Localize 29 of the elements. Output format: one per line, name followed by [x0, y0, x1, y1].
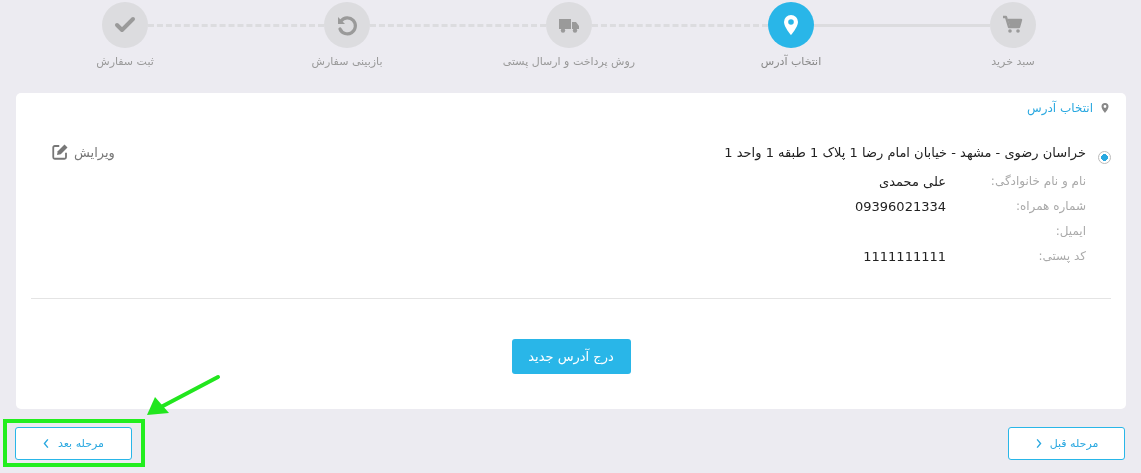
edit-icon	[51, 143, 69, 161]
add-address-button[interactable]: درج آدرس جدید	[511, 339, 631, 374]
step-circle[interactable]	[102, 2, 148, 48]
previous-step-button[interactable]: مرحله قبل	[1008, 427, 1125, 460]
step-label: روش پرداخت و ارسال پستی	[501, 55, 637, 68]
field-label: شماره همراه:	[1014, 199, 1086, 214]
section-title: انتخاب آدرس	[1027, 101, 1093, 115]
step-label: سبد خرید	[990, 55, 1036, 68]
step-circle[interactable]	[990, 2, 1036, 48]
field-value: 09396021334	[854, 199, 946, 214]
field-label: کد پستی:	[1037, 249, 1086, 264]
chevron-icon	[1034, 438, 1042, 449]
step-label: ثبت سفارش	[95, 55, 155, 68]
chevron-icon	[43, 438, 51, 449]
field-label: نام و نام خانوادگی:	[989, 174, 1086, 189]
field-value: علی محمدی	[878, 174, 946, 189]
field-label: ایمیل:	[1054, 224, 1086, 239]
step-circle[interactable]	[768, 2, 814, 48]
step-label: انتخاب آدرس	[759, 55, 823, 68]
radio-button[interactable]	[1098, 151, 1111, 164]
step-label: بازبینی سفارش	[310, 55, 384, 68]
step-circle[interactable]	[546, 2, 592, 48]
next-step-button[interactable]: مرحله بعد	[15, 427, 132, 460]
undo-icon	[335, 13, 359, 37]
address-text: خراسان رضوی - مشهد - خیابان امام رضا 1 پلاک 1 طبقه 1 واحد 1	[724, 145, 1086, 160]
step-circle[interactable]	[324, 2, 370, 48]
field-value: 1111111111	[862, 249, 946, 264]
edit-link[interactable]: ویرایش	[51, 143, 115, 161]
location-pin-icon	[1099, 102, 1111, 114]
